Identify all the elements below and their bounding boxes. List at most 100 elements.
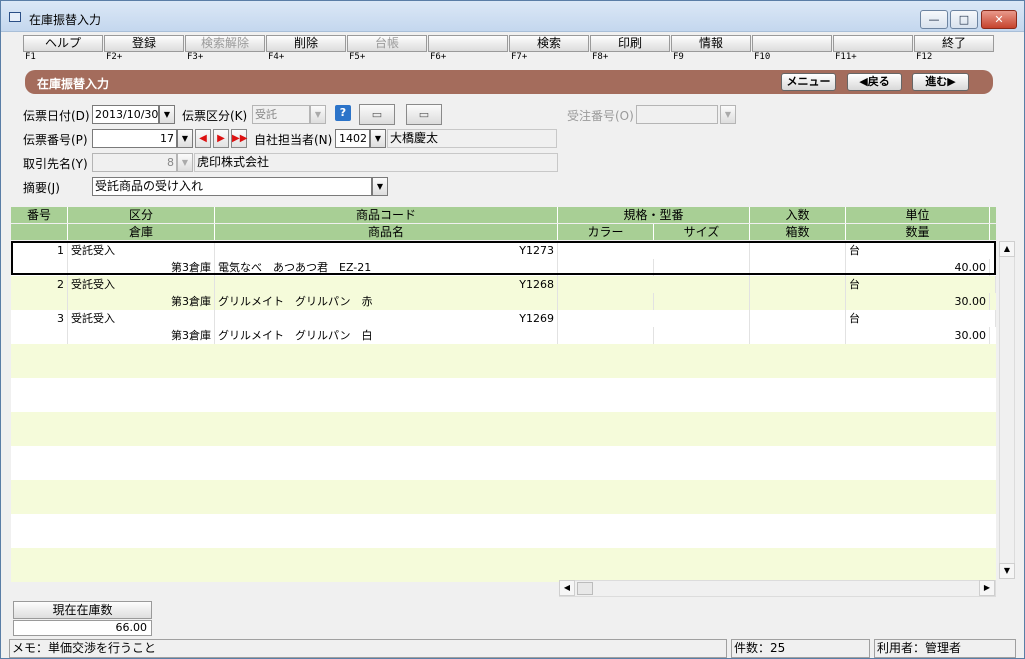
table-row[interactable]: 1 受託受入 Y1273 台 <box>11 242 996 259</box>
order-no-label: 受注番号(O) <box>567 109 634 123</box>
slip-no-filter-icon[interactable]: ▼ <box>177 129 193 148</box>
slip-type-select[interactable]: 受託 <box>252 105 310 124</box>
fkey-f8[interactable]: 印刷 F8+ <box>590 35 670 64</box>
fkey-label[interactable]: 印刷 <box>590 35 670 52</box>
fkey-f3[interactable]: 検索解除 F3+ <box>185 35 265 64</box>
fkey-label[interactable]: 登録 <box>104 35 184 52</box>
empty-row[interactable] <box>11 463 996 480</box>
empty-row[interactable] <box>11 412 996 429</box>
forward-button[interactable]: 進む▶ <box>912 73 969 91</box>
scroll-down-icon[interactable]: ▼ <box>999 563 1015 579</box>
fkey-code: F9 <box>673 52 684 62</box>
cell-per-box <box>750 276 846 293</box>
fkey-f6[interactable]: F6+ <box>428 35 508 64</box>
scroll-right-icon[interactable]: ▶ <box>979 580 995 596</box>
partner-filter-icon[interactable]: ▼ <box>177 153 193 172</box>
slip-date-field[interactable]: 2013/10/30 <box>92 105 159 124</box>
fkey-label[interactable] <box>752 35 832 52</box>
col-per-box: 入数 <box>750 207 846 223</box>
last-record-icon[interactable]: ▶▶ <box>231 129 247 148</box>
col-code: 商品コード <box>215 207 558 223</box>
empty-row[interactable] <box>11 497 996 514</box>
empty-row[interactable] <box>11 344 996 361</box>
cell-no: 2 <box>11 276 68 293</box>
fkey-label[interactable]: 検索解除 <box>185 35 265 52</box>
cell-name: グリルメイト グリルパン 白 <box>215 327 558 344</box>
maximize-button[interactable]: □ <box>950 10 978 29</box>
fkey-label[interactable] <box>833 35 913 52</box>
fkey-f11[interactable]: F11+ <box>833 35 913 64</box>
help-icon[interactable]: ? <box>335 105 351 121</box>
cell-unit: 台 <box>846 242 996 259</box>
close-button[interactable]: ✕ <box>981 10 1017 29</box>
grid-header-1: 番号 区分 商品コード 規格・型番 入数 単位 <box>11 207 996 223</box>
slip-no-field[interactable]: 17 <box>92 129 177 148</box>
fkey-code: F1 <box>25 52 36 62</box>
empty-row[interactable] <box>11 446 996 463</box>
back-button[interactable]: ◀戻る <box>847 73 902 91</box>
partner-code-field[interactable]: 8 <box>92 153 177 172</box>
status-memo: メモ：単価交渉を行うこと <box>9 639 727 658</box>
empty-row[interactable] <box>11 548 996 565</box>
current-stock-button[interactable]: 現在在庫数 <box>13 601 152 619</box>
slip-date-dropdown-icon[interactable]: ▼ <box>159 105 175 124</box>
table-row[interactable]: 2 受託受入 Y1268 台 <box>11 276 996 293</box>
empty-row[interactable] <box>11 514 996 531</box>
fkey-f7[interactable]: 検索 F7+ <box>509 35 589 64</box>
staff-filter-icon[interactable]: ▼ <box>370 129 386 148</box>
fkey-f12[interactable]: 終了 F12 <box>914 35 994 64</box>
cell-blank <box>11 259 68 276</box>
minimize-button[interactable]: — <box>920 10 948 29</box>
fkey-f5[interactable]: 台帳 F5+ <box>347 35 427 64</box>
staff-code-field[interactable]: 1402 <box>335 129 370 148</box>
memo-field[interactable]: 受託商品の受け入れ <box>92 177 372 196</box>
empty-row[interactable] <box>11 395 996 412</box>
table-row[interactable]: 第3倉庫 電気なべ あつあつ君 EZ-21 40.00 <box>11 259 996 276</box>
col-no: 番号 <box>11 207 68 223</box>
menu-button[interactable]: メニュー <box>781 73 836 91</box>
slip-type-dropdown-icon[interactable]: ▼ <box>310 105 326 124</box>
order-no-field[interactable] <box>636 105 718 124</box>
fkey-label[interactable]: 削除 <box>266 35 346 52</box>
screen-banner: 在庫振替入力 メニュー ◀戻る 進む▶ <box>25 70 993 94</box>
empty-row[interactable] <box>11 378 996 395</box>
fkey-label[interactable]: 検索 <box>509 35 589 52</box>
fkey-f4[interactable]: 削除 F4+ <box>266 35 346 64</box>
attach-button-2[interactable]: ▭ <box>406 104 442 125</box>
scroll-up-icon[interactable]: ▲ <box>999 241 1015 257</box>
cell-unit: 台 <box>846 276 996 293</box>
fkey-f1[interactable]: ヘルプ F1 <box>23 35 103 64</box>
app-window: 在庫振替入力 — □ ✕ ヘルプ F1 登録 F2+ 検索解除 F3+ 削除 F4+ 台… <box>0 0 1025 659</box>
col-name: 商品名 <box>215 224 558 240</box>
fkey-f2[interactable]: 登録 F2+ <box>104 35 184 64</box>
fkey-label[interactable]: ヘルプ <box>23 35 103 52</box>
fkey-label[interactable] <box>428 35 508 52</box>
memo-dropdown-icon[interactable]: ▼ <box>372 177 388 196</box>
table-row[interactable]: 3 受託受入 Y1269 台 <box>11 310 996 327</box>
horizontal-scroll-thumb[interactable] <box>577 582 593 595</box>
table-row[interactable]: 第3倉庫 グリルメイト グリルパン 白 30.00 <box>11 327 996 344</box>
table-row[interactable]: 第3倉庫 グリルメイト グリルパン 赤 30.00 <box>11 293 996 310</box>
horizontal-scrollbar[interactable]: ◀ ▶ <box>559 580 996 597</box>
cell-code: Y1273 <box>215 242 558 259</box>
empty-row[interactable] <box>11 480 996 497</box>
fkey-f10[interactable]: F10 <box>752 35 832 64</box>
cell-color <box>558 293 654 310</box>
next-record-icon[interactable]: ▶ <box>213 129 229 148</box>
fkey-label[interactable]: 台帳 <box>347 35 427 52</box>
prev-record-icon[interactable]: ◀ <box>195 129 211 148</box>
empty-row[interactable] <box>11 531 996 548</box>
scroll-left-icon[interactable]: ◀ <box>559 580 575 596</box>
fkey-label[interactable]: 終了 <box>914 35 994 52</box>
cell-no: 1 <box>11 242 68 259</box>
fkey-label[interactable]: 情報 <box>671 35 751 52</box>
cell-code: Y1269 <box>215 310 558 327</box>
cell-per-box <box>750 310 846 327</box>
empty-row[interactable] <box>11 429 996 446</box>
empty-row[interactable] <box>11 361 996 378</box>
fkey-f9[interactable]: 情報 F9 <box>671 35 751 64</box>
partner-name: 虎印株式会社 <box>194 153 558 172</box>
order-no-filter-icon[interactable]: ▼ <box>720 105 736 124</box>
attach-button-1[interactable]: ▭ <box>359 104 395 125</box>
vertical-scrollbar[interactable]: ▲ ▼ <box>999 241 1015 579</box>
